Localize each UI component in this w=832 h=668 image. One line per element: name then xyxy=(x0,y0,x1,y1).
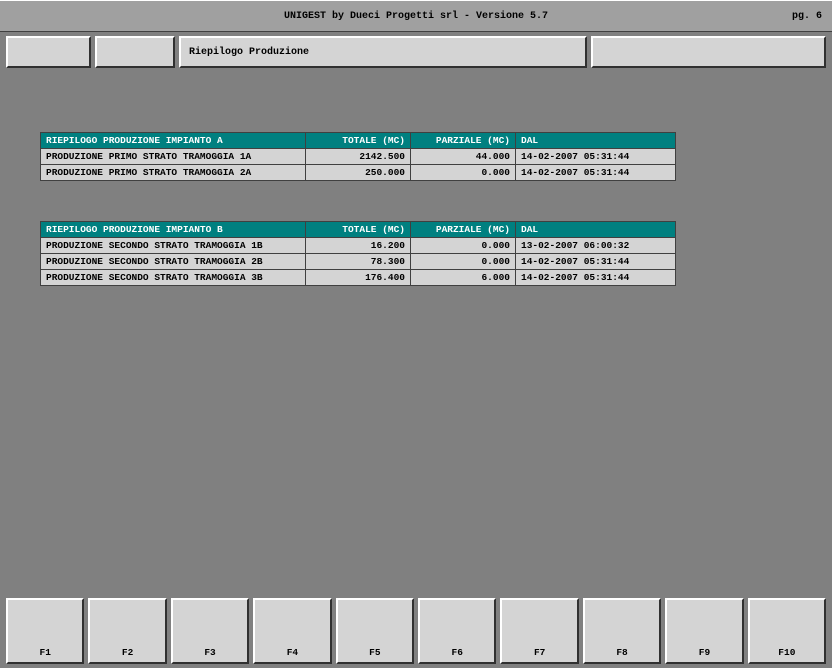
fkey-f9[interactable]: F9 xyxy=(665,598,743,664)
col-dal: DAL xyxy=(516,222,676,238)
header-box-4 xyxy=(591,36,826,68)
header-panel: Riepilogo Produzione xyxy=(0,32,832,72)
cell-dal: 14-02-2007 05:31:44 xyxy=(516,270,676,286)
fkey-f7[interactable]: F7 xyxy=(500,598,578,664)
page-indicator: pg. 6 xyxy=(792,11,822,22)
cell-dal: 14-02-2007 05:31:44 xyxy=(516,149,676,165)
col-desc: RIEPILOGO PRODUZIONE IMPIANTO A xyxy=(41,133,306,149)
cell-desc: PRODUZIONE SECONDO STRATO TRAMOGGIA 3B xyxy=(41,270,306,286)
table-row: PRODUZIONE SECONDO STRATO TRAMOGGIA 3B 1… xyxy=(41,270,676,286)
fkey-f4[interactable]: F4 xyxy=(253,598,331,664)
fkey-f3[interactable]: F3 xyxy=(171,598,249,664)
app-title: UNIGEST by Dueci Progetti srl - Versione… xyxy=(284,11,548,22)
cell-dal: 13-02-2007 06:00:32 xyxy=(516,238,676,254)
cell-desc: PRODUZIONE PRIMO STRATO TRAMOGGIA 2A xyxy=(41,165,306,181)
header-box-1 xyxy=(6,36,91,68)
cell-totale: 176.400 xyxy=(306,270,411,286)
cell-dal: 14-02-2007 05:31:44 xyxy=(516,165,676,181)
cell-desc: PRODUZIONE SECONDO STRATO TRAMOGGIA 1B xyxy=(41,238,306,254)
fkey-f2[interactable]: F2 xyxy=(88,598,166,664)
table-row: PRODUZIONE PRIMO STRATO TRAMOGGIA 1A 214… xyxy=(41,149,676,165)
table-row: PRODUZIONE SECONDO STRATO TRAMOGGIA 1B 1… xyxy=(41,238,676,254)
cell-totale: 16.200 xyxy=(306,238,411,254)
content-area: RIEPILOGO PRODUZIONE IMPIANTO A TOTALE (… xyxy=(0,72,832,336)
header-box-2 xyxy=(95,36,175,68)
cell-parziale: 0.000 xyxy=(411,238,516,254)
cell-desc: PRODUZIONE SECONDO STRATO TRAMOGGIA 2B xyxy=(41,254,306,270)
col-desc: RIEPILOGO PRODUZIONE IMPIANTO B xyxy=(41,222,306,238)
cell-parziale: 0.000 xyxy=(411,165,516,181)
title-bar: UNIGEST by Dueci Progetti srl - Versione… xyxy=(0,0,832,32)
fkey-f8[interactable]: F8 xyxy=(583,598,661,664)
table-row: PRODUZIONE PRIMO STRATO TRAMOGGIA 2A 250… xyxy=(41,165,676,181)
cell-totale: 78.300 xyxy=(306,254,411,270)
fkey-f5[interactable]: F5 xyxy=(336,598,414,664)
col-totale: TOTALE (MC) xyxy=(306,222,411,238)
fkey-f10[interactable]: F10 xyxy=(748,598,826,664)
table-row: PRODUZIONE SECONDO STRATO TRAMOGGIA 2B 7… xyxy=(41,254,676,270)
table-impianto-b: RIEPILOGO PRODUZIONE IMPIANTO B TOTALE (… xyxy=(40,221,676,286)
cell-parziale: 0.000 xyxy=(411,254,516,270)
cell-totale: 2142.500 xyxy=(306,149,411,165)
cell-totale: 250.000 xyxy=(306,165,411,181)
col-parziale: PARZIALE (MC) xyxy=(411,222,516,238)
col-parziale: PARZIALE (MC) xyxy=(411,133,516,149)
table-header-row: RIEPILOGO PRODUZIONE IMPIANTO A TOTALE (… xyxy=(41,133,676,149)
col-totale: TOTALE (MC) xyxy=(306,133,411,149)
col-dal: DAL xyxy=(516,133,676,149)
cell-desc: PRODUZIONE PRIMO STRATO TRAMOGGIA 1A xyxy=(41,149,306,165)
table-header-row: RIEPILOGO PRODUZIONE IMPIANTO B TOTALE (… xyxy=(41,222,676,238)
cell-parziale: 44.000 xyxy=(411,149,516,165)
cell-dal: 14-02-2007 05:31:44 xyxy=(516,254,676,270)
fkey-f6[interactable]: F6 xyxy=(418,598,496,664)
cell-parziale: 6.000 xyxy=(411,270,516,286)
header-caption-box: Riepilogo Produzione xyxy=(179,36,587,68)
function-key-bar: F1 F2 F3 F4 F5 F6 F7 F8 F9 F10 xyxy=(0,594,832,668)
fkey-f1[interactable]: F1 xyxy=(6,598,84,664)
table-impianto-a: RIEPILOGO PRODUZIONE IMPIANTO A TOTALE (… xyxy=(40,132,676,181)
header-caption: Riepilogo Produzione xyxy=(189,47,309,58)
